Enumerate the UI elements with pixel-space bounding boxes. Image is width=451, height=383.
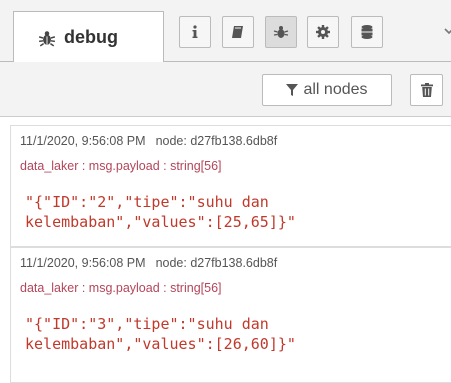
- database-icon: [361, 25, 373, 39]
- gear-icon: [316, 25, 330, 39]
- book-icon: [232, 26, 243, 38]
- tab-debug-label: debug: [64, 27, 118, 47]
- bug-icon: [38, 29, 56, 47]
- filter-label: all nodes: [303, 81, 368, 98]
- message-node-link[interactable]: node: d27fb138.6db8f: [156, 134, 278, 148]
- message-header: 11/1/2020, 9:56:08 PM node: d27fb138.6db8…: [20, 134, 277, 148]
- filter-nodes-button[interactable]: all nodes: [262, 74, 392, 106]
- message-timestamp: 11/1/2020, 9:56:08 PM: [20, 256, 146, 270]
- debug-button[interactable]: [265, 16, 297, 48]
- config-button[interactable]: [307, 16, 339, 48]
- clear-messages-button[interactable]: [410, 74, 443, 106]
- bug-icon: [273, 26, 289, 38]
- debug-message[interactable]: 11/1/2020, 9:56:08 PM node: d27fb138.6db8…: [10, 125, 451, 247]
- help-book-button[interactable]: [222, 16, 254, 48]
- sidebar-tab-bar: debug: [0, 0, 451, 63]
- trash-icon: [420, 83, 433, 97]
- message-node-link[interactable]: node: d27fb138.6db8f: [156, 256, 278, 270]
- info-button[interactable]: [179, 16, 211, 48]
- chevron-down-icon[interactable]: [444, 24, 451, 38]
- debug-toolbar: all nodes: [0, 62, 451, 117]
- filter-icon: [286, 84, 299, 96]
- context-data-button[interactable]: [351, 16, 383, 48]
- info-icon: [192, 25, 198, 38]
- tab-debug[interactable]: debug: [13, 11, 164, 63]
- message-header: 11/1/2020, 9:56:08 PM node: d27fb138.6db8…: [20, 256, 277, 270]
- message-payload[interactable]: "{"ID":"2","tipe":"suhu dan kelembaban",…: [25, 192, 435, 232]
- debug-message-list[interactable]: 11/1/2020, 9:56:08 PM node: d27fb138.6db8…: [0, 117, 451, 383]
- message-timestamp: 11/1/2020, 9:56:08 PM: [20, 134, 146, 148]
- message-topic: data_laker : msg.payload : string[56]: [20, 281, 222, 295]
- message-topic: data_laker : msg.payload : string[56]: [20, 159, 222, 173]
- debug-message[interactable]: 11/1/2020, 9:56:08 PM node: d27fb138.6db8…: [10, 247, 451, 383]
- message-payload[interactable]: "{"ID":"3","tipe":"suhu dan kelembaban",…: [25, 314, 435, 354]
